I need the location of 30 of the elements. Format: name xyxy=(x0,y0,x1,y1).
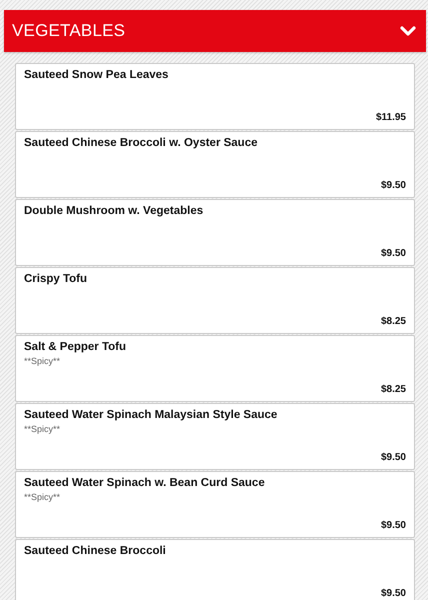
item-price: $9.50 xyxy=(380,588,406,599)
item-name: Sauteed Chinese Broccoli xyxy=(24,545,167,557)
item-name: Sauteed Snow Pea Leaves xyxy=(24,69,170,81)
chevron-down-icon xyxy=(400,25,416,37)
menu-item-card[interactable]: Double Mushroom w. Vegetables $9.50 xyxy=(15,199,415,266)
item-price: $8.25 xyxy=(380,316,406,327)
item-name: Double Mushroom w. Vegetables xyxy=(24,205,204,217)
menu-item-card[interactable]: Salt & Pepper Tofu **Spicy** $8.25 xyxy=(15,335,415,402)
menu-item-card[interactable]: Sauteed Water Spinach w. Bean Curd Sauce **Spicy** $9.50 xyxy=(15,471,415,538)
menu-item-card[interactable]: Sauteed Snow Pea Leaves $11.95 xyxy=(15,63,415,130)
item-name: Salt & Pepper Tofu xyxy=(24,341,128,353)
menu-item-card[interactable]: Sauteed Water Spinach Malaysian Style Sauce **Spicy** $9.50 xyxy=(15,403,415,470)
item-price: $9.50 xyxy=(380,180,406,191)
item-name: Crispy Tofu xyxy=(24,273,88,285)
item-name: Sauteed Water Spinach Malaysian Style Sauce xyxy=(24,409,278,421)
item-name: Sauteed Chinese Broccoli w. Oyster Sauce xyxy=(24,137,258,149)
item-price: $11.95 xyxy=(376,112,406,123)
item-note: **Spicy** xyxy=(24,424,62,434)
menu-item-card[interactable]: Sauteed Chinese Broccoli w. Oyster Sauce $9.50 xyxy=(15,131,415,198)
item-price: $9.50 xyxy=(380,452,406,463)
item-price: $9.50 xyxy=(380,520,406,531)
item-price: $8.25 xyxy=(380,384,406,395)
item-note: **Spicy** xyxy=(24,492,62,502)
item-name: Sauteed Water Spinach w. Bean Curd Sauce xyxy=(24,477,266,489)
item-price: $9.50 xyxy=(380,248,406,259)
menu-item-card[interactable]: Crispy Tofu $8.25 xyxy=(15,267,415,334)
section-header[interactable]: VEGETABLES xyxy=(4,10,426,52)
section-title: VEGETABLES xyxy=(12,21,126,41)
menu-item-card[interactable]: Sauteed Chinese Broccoli $9.50 xyxy=(15,539,415,600)
item-note: **Spicy** xyxy=(24,356,62,366)
